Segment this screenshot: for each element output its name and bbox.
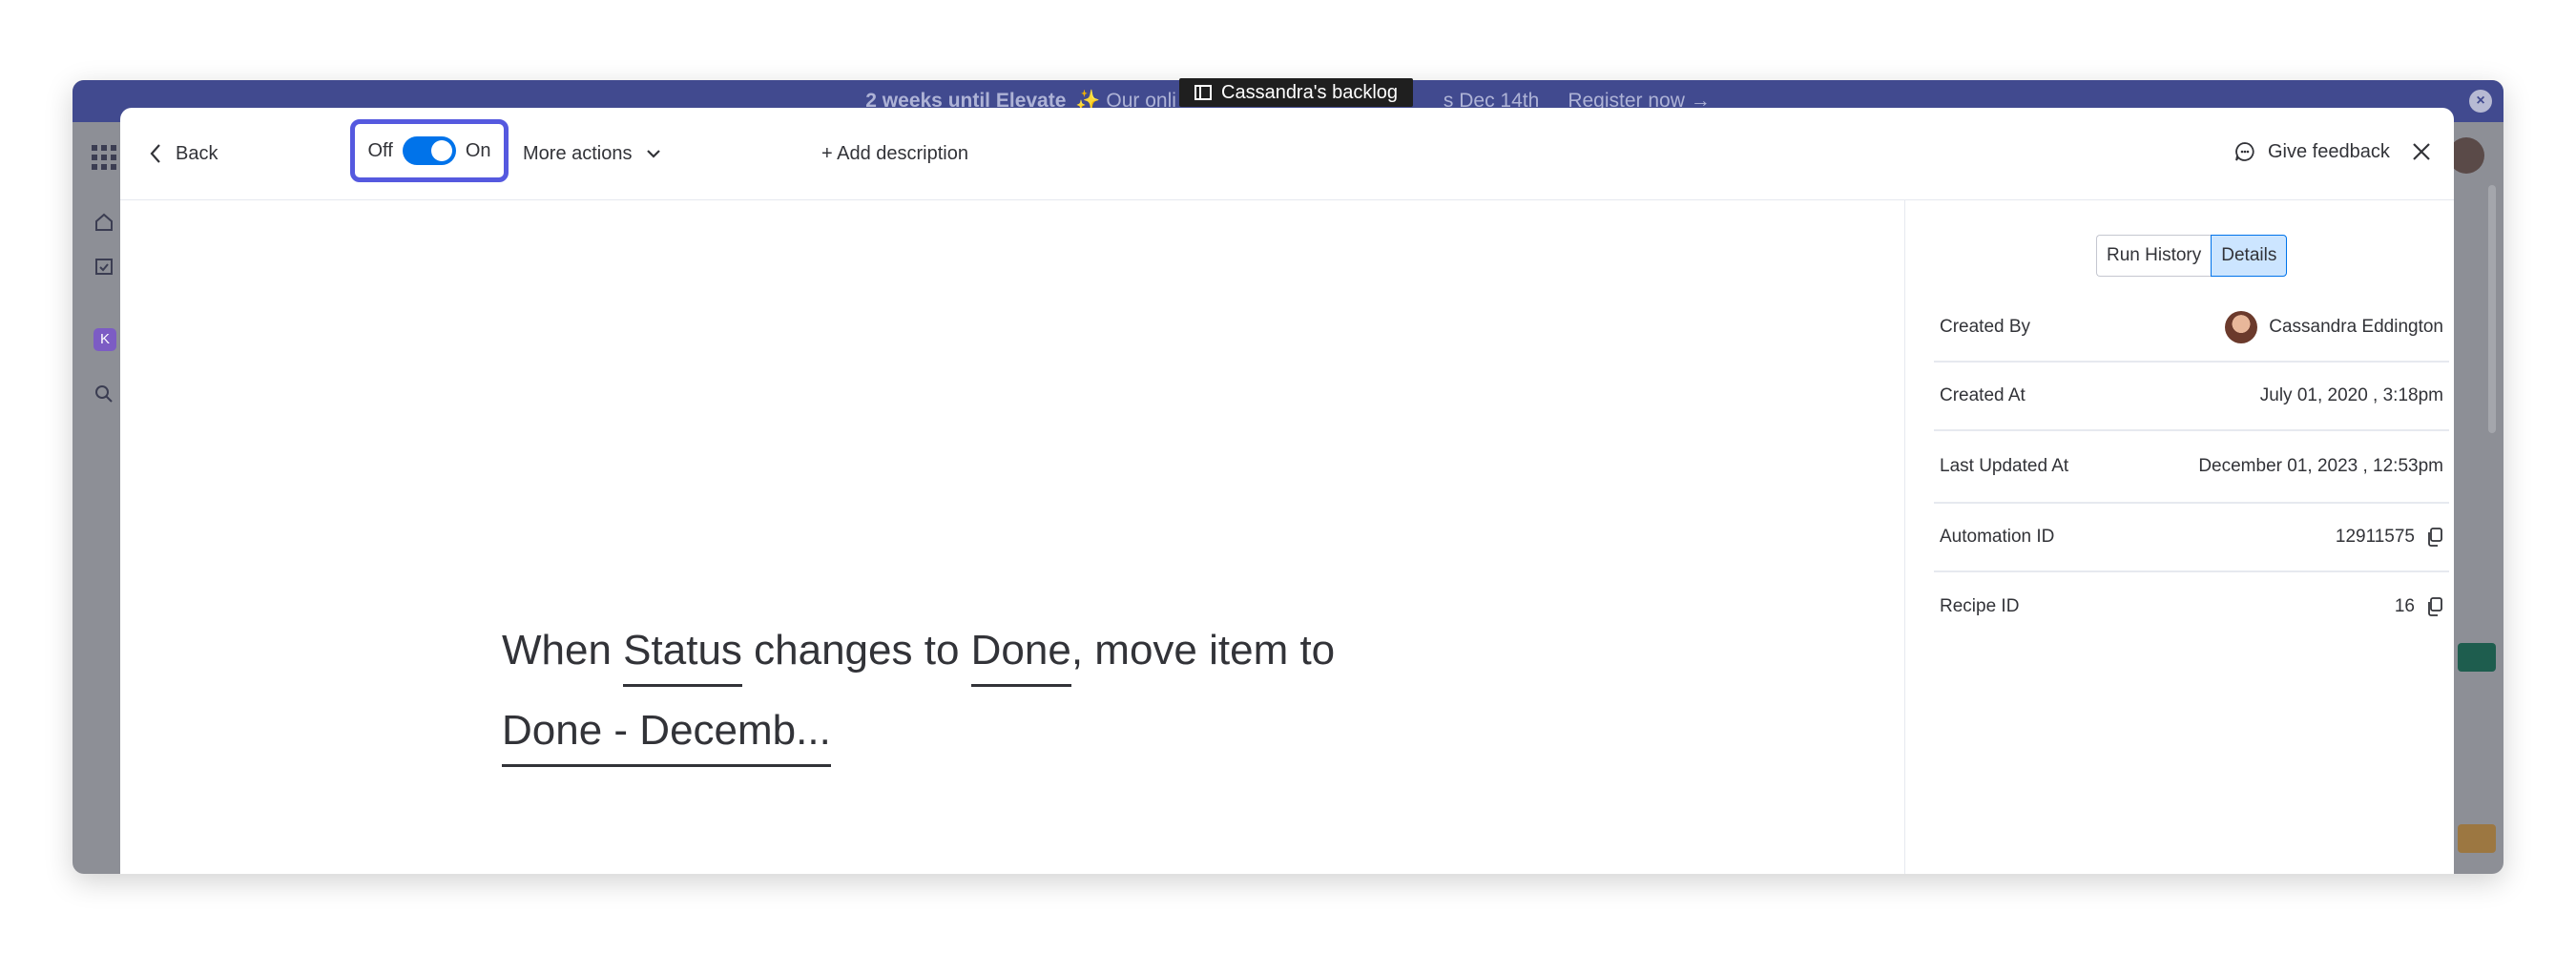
add-description-label: + Add description: [821, 142, 968, 164]
modal-header: Back Off On More actions + Add descripti…: [120, 108, 2454, 200]
detail-value: Cassandra Eddington: [2269, 317, 2443, 337]
chevron-left-icon: [150, 144, 160, 163]
detail-row-last-updated: Last Updated At December 01, 2023 , 12:5…: [1934, 431, 2449, 504]
detail-value-group: Cassandra Eddington: [2225, 311, 2443, 343]
details-list: Created By Cassandra Eddington Created A…: [1934, 294, 2449, 641]
board-tooltip: Cassandra's backlog: [1179, 78, 1414, 107]
detail-label: Automation ID: [1940, 527, 2055, 547]
copy-icon[interactable]: [2426, 597, 2443, 616]
background-scrollbar[interactable]: [2488, 185, 2496, 433]
background-status-tag: [2458, 824, 2496, 853]
recipe-text: , move item to: [1070, 627, 1336, 674]
board-icon: [1195, 85, 1212, 100]
give-feedback-label: Give feedback: [2268, 140, 2390, 162]
detail-value-group: 12911575: [2336, 527, 2443, 548]
automation-toggle-group: Off On: [350, 119, 509, 182]
detail-value: July 01, 2020 , 3:18pm: [2259, 385, 2443, 405]
home-icon[interactable]: [93, 212, 114, 233]
creator-avatar: [2225, 311, 2258, 343]
detail-value: December 01, 2023 , 12:53pm: [2198, 456, 2443, 476]
my-work-icon[interactable]: [93, 256, 114, 277]
background-status-tag: [2458, 643, 2496, 672]
detail-value: 12911575: [2335, 527, 2415, 547]
automation-toggle[interactable]: [402, 136, 456, 165]
trigger-value-field[interactable]: Done: [970, 621, 1071, 687]
back-button[interactable]: Back: [149, 136, 218, 171]
detail-label: Recipe ID: [1940, 596, 2020, 616]
back-label: Back: [176, 142, 218, 164]
panel-tabs: Run History Details: [2096, 235, 2288, 277]
detail-label: Created By: [1940, 317, 2031, 337]
toggle-knob: [430, 140, 452, 161]
recipe-text: changes to: [741, 627, 971, 674]
recipe-canvas: When Status changes to Done, move item t…: [120, 200, 1905, 874]
details-panel: Run History Details Created By Cassandra…: [1905, 200, 2454, 874]
detail-row-created-at: Created At July 01, 2020 , 3:18pm: [1934, 363, 2449, 431]
tab-run-history[interactable]: Run History: [2096, 235, 2212, 277]
apps-grid-icon[interactable]: [90, 143, 118, 172]
automation-modal: Back Off On More actions + Add descripti…: [120, 108, 2454, 874]
give-feedback-button[interactable]: Give feedback: [2233, 135, 2390, 169]
add-description-button[interactable]: + Add description: [821, 136, 968, 171]
tab-details[interactable]: Details: [2211, 235, 2288, 277]
more-actions-label: More actions: [523, 142, 633, 164]
banner-close-icon[interactable]: ×: [2469, 90, 2492, 113]
detail-label: Created At: [1940, 385, 2025, 405]
feedback-icon: [2235, 142, 2254, 161]
detail-value: 16: [2394, 596, 2415, 616]
detail-row-automation-id: Automation ID 12911575: [1934, 504, 2449, 572]
target-group-field[interactable]: Done - Decemb...: [502, 701, 831, 767]
detail-value-group: 16: [2395, 596, 2443, 617]
close-icon[interactable]: [2410, 140, 2433, 163]
trigger-column-field[interactable]: Status: [623, 621, 742, 687]
recipe-text: When: [502, 627, 624, 674]
detail-row-recipe-id: Recipe ID 16: [1934, 572, 2449, 641]
detail-label: Last Updated At: [1940, 456, 2069, 476]
toggle-off-label: Off: [367, 139, 393, 161]
more-actions-button[interactable]: More actions: [523, 136, 661, 171]
chevron-down-icon: [646, 150, 660, 158]
board-tooltip-label: Cassandra's backlog: [1221, 81, 1399, 103]
workspace-avatar[interactable]: K: [93, 328, 116, 351]
detail-row-created-by: Created By Cassandra Eddington: [1934, 294, 2449, 363]
search-icon[interactable]: [93, 384, 114, 404]
toggle-on-label: On: [465, 139, 491, 161]
copy-icon[interactable]: [2426, 528, 2443, 547]
recipe-sentence: When Status changes to Done, move item t…: [502, 611, 1456, 771]
